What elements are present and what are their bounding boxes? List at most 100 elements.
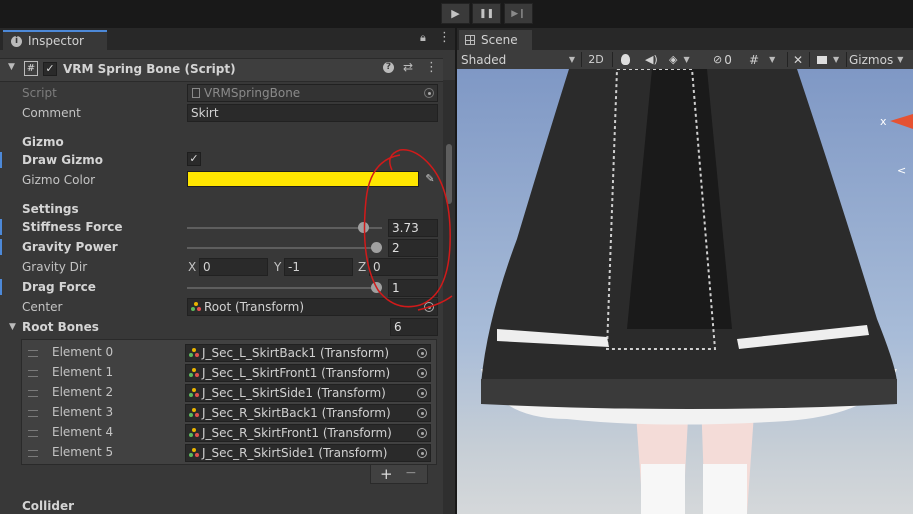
gravity-power-slider-track[interactable]: [187, 247, 382, 249]
camera-dropdown[interactable]: ▼: [817, 50, 839, 69]
object-picker-icon[interactable]: [424, 302, 434, 312]
lock-icon[interactable]: 🔒︎: [420, 31, 426, 45]
2d-toggle[interactable]: 2D: [585, 50, 607, 69]
inspector-panel: i Inspector 🔒︎ ⋮ ▼ # ✓ VRM Spring Bone (…: [0, 28, 455, 514]
pause-icon: ❚❚: [478, 8, 495, 19]
gravity-dir-x-input[interactable]: 0: [199, 258, 268, 276]
scene-viewport[interactable]: x <: [457, 69, 913, 514]
tab-inspector[interactable]: i Inspector: [3, 30, 107, 50]
element-value: J_Sec_L_SkirtFront1 (Transform): [202, 366, 391, 380]
object-picker-icon[interactable]: [417, 388, 427, 398]
list-item[interactable]: Element 2 J_Sec_L_SkirtSide1 (Transform): [22, 383, 436, 403]
play-button[interactable]: ▶: [441, 3, 470, 24]
gizmos-label: Gizmos: [849, 52, 894, 67]
object-picker-icon[interactable]: [417, 448, 427, 458]
list-item[interactable]: Element 0 J_Sec_L_SkirtBack1 (Transform): [22, 343, 436, 363]
fold-arrow-icon[interactable]: ▼: [8, 62, 15, 72]
eyedropper-icon[interactable]: ✎: [422, 171, 438, 187]
object-picker-icon[interactable]: [417, 408, 427, 418]
root-bones-label: Root Bones: [22, 320, 99, 334]
gravity-power-input[interactable]: 2: [388, 239, 438, 257]
center-field[interactable]: Root (Transform): [187, 298, 438, 316]
scene-visibility-toggle[interactable]: ⊘ 0: [713, 50, 732, 69]
object-picker-icon[interactable]: [417, 428, 427, 438]
stiffness-slider-track[interactable]: [187, 227, 382, 229]
gravity-dir-label: Gravity Dir: [22, 260, 88, 274]
chevron-down-icon: ▼: [568, 55, 575, 64]
comment-input[interactable]: Skirt: [187, 104, 438, 122]
camera-icon: [817, 55, 827, 64]
tab-scene-label: Scene: [481, 33, 518, 47]
tools-toggle[interactable]: ✕: [793, 50, 803, 69]
object-picker-icon[interactable]: [417, 368, 427, 378]
pause-button[interactable]: ❚❚: [472, 3, 501, 24]
object-picker-icon[interactable]: [417, 348, 427, 358]
element-value: J_Sec_R_SkirtFront1 (Transform): [202, 426, 392, 440]
lighting-toggle[interactable]: [621, 50, 630, 69]
drag-handle-icon[interactable]: [28, 430, 38, 437]
element-transform-field[interactable]: J_Sec_L_SkirtSide1 (Transform): [185, 384, 431, 402]
shading-mode-dropdown[interactable]: Shaded ▼: [461, 50, 575, 69]
element-transform-field[interactable]: J_Sec_R_SkirtBack1 (Transform): [185, 404, 431, 422]
chevron-down-icon: ▼: [833, 55, 840, 64]
modified-indicator: [0, 219, 2, 235]
skirt-pleats-bottom: [481, 379, 897, 409]
root-bones-fold-icon[interactable]: ▼: [9, 322, 16, 332]
stiffness-slider-knob[interactable]: [358, 222, 370, 233]
help-icon[interactable]: ?: [383, 62, 394, 73]
component-header[interactable]: ▼ # ✓ VRM Spring Bone (Script) ? ⇄ ⋮: [0, 58, 443, 82]
drag-handle-icon[interactable]: [28, 390, 38, 397]
chevron-down-icon: ▼: [683, 55, 690, 64]
inspector-scrollbar[interactable]: [443, 80, 455, 514]
gravity-power-slider-knob[interactable]: [371, 242, 382, 253]
element-transform-field[interactable]: J_Sec_R_SkirtFront1 (Transform): [185, 424, 431, 442]
drag-force-slider-knob[interactable]: [371, 282, 382, 293]
info-icon: i: [11, 35, 22, 47]
element-value: J_Sec_R_SkirtBack1 (Transform): [202, 406, 391, 420]
list-item[interactable]: Element 1 J_Sec_L_SkirtFront1 (Transform): [22, 363, 436, 383]
tab-scene[interactable]: Scene: [459, 30, 532, 50]
hidden-eye-icon: ⊘: [713, 53, 723, 66]
kebab-menu-icon[interactable]: ⋮: [438, 30, 451, 45]
drag-force-input[interactable]: 1: [388, 279, 438, 297]
drag-force-slider-track[interactable]: [187, 287, 382, 289]
step-button[interactable]: ▶❙: [504, 3, 533, 24]
grid-dropdown[interactable]: # ▼: [749, 50, 775, 69]
gizmo-section-header: Gizmo: [22, 135, 64, 149]
root-bones-count-input[interactable]: 6: [390, 318, 438, 336]
list-item[interactable]: Element 3 J_Sec_R_SkirtBack1 (Transform): [22, 403, 436, 423]
element-transform-field[interactable]: J_Sec_L_SkirtBack1 (Transform): [185, 344, 431, 362]
script-value: VRMSpringBone: [204, 86, 301, 100]
step-icon: ▶❙: [511, 8, 526, 19]
gravity-dir-z-input[interactable]: 0: [369, 258, 438, 276]
drag-handle-icon[interactable]: [28, 350, 38, 357]
drag-handle-icon[interactable]: [28, 370, 38, 377]
drag-handle-icon[interactable]: [28, 450, 38, 457]
element-label: Element 4: [52, 425, 114, 439]
component-enabled-checkbox[interactable]: ✓: [43, 62, 57, 76]
sock-right: [703, 464, 747, 514]
draw-gizmo-checkbox[interactable]: ✓: [187, 152, 201, 166]
effects-dropdown[interactable]: ◈ ▼: [669, 50, 690, 69]
drag-handle-icon[interactable]: [28, 410, 38, 417]
gravity-dir-y-input[interactable]: -1: [284, 258, 353, 276]
remove-element-button[interactable]: −: [405, 465, 417, 481]
transform-icon: [189, 348, 199, 358]
audio-toggle[interactable]: ◀): [645, 50, 658, 69]
scrollbar-thumb[interactable]: [446, 144, 452, 204]
transform-icon: [191, 302, 201, 312]
scene-panel: Scene Shaded ▼ 2D ◀) ◈ ▼ ⊘ 0 # ▼ ✕ ▼ Gizmos…: [457, 28, 913, 514]
gizmo-color-swatch[interactable]: [187, 171, 419, 187]
element-transform-field[interactable]: J_Sec_L_SkirtFront1 (Transform): [185, 364, 431, 382]
element-transform-field[interactable]: J_Sec_R_SkirtSide1 (Transform): [185, 444, 431, 462]
list-item[interactable]: Element 4 J_Sec_R_SkirtFront1 (Transform): [22, 423, 436, 443]
gizmos-dropdown[interactable]: Gizmos ▼: [849, 50, 903, 69]
list-item[interactable]: Element 5 J_Sec_R_SkirtSide1 (Transform): [22, 443, 436, 463]
gravity-dir-z-label: Z: [358, 260, 367, 274]
add-element-button[interactable]: +: [380, 465, 393, 483]
preset-icon[interactable]: ⇄: [403, 60, 413, 74]
transform-icon: [189, 388, 199, 398]
stiffness-force-input[interactable]: 3.73: [388, 219, 438, 237]
component-menu-icon[interactable]: ⋮: [425, 60, 438, 75]
settings-section-header: Settings: [22, 202, 79, 216]
